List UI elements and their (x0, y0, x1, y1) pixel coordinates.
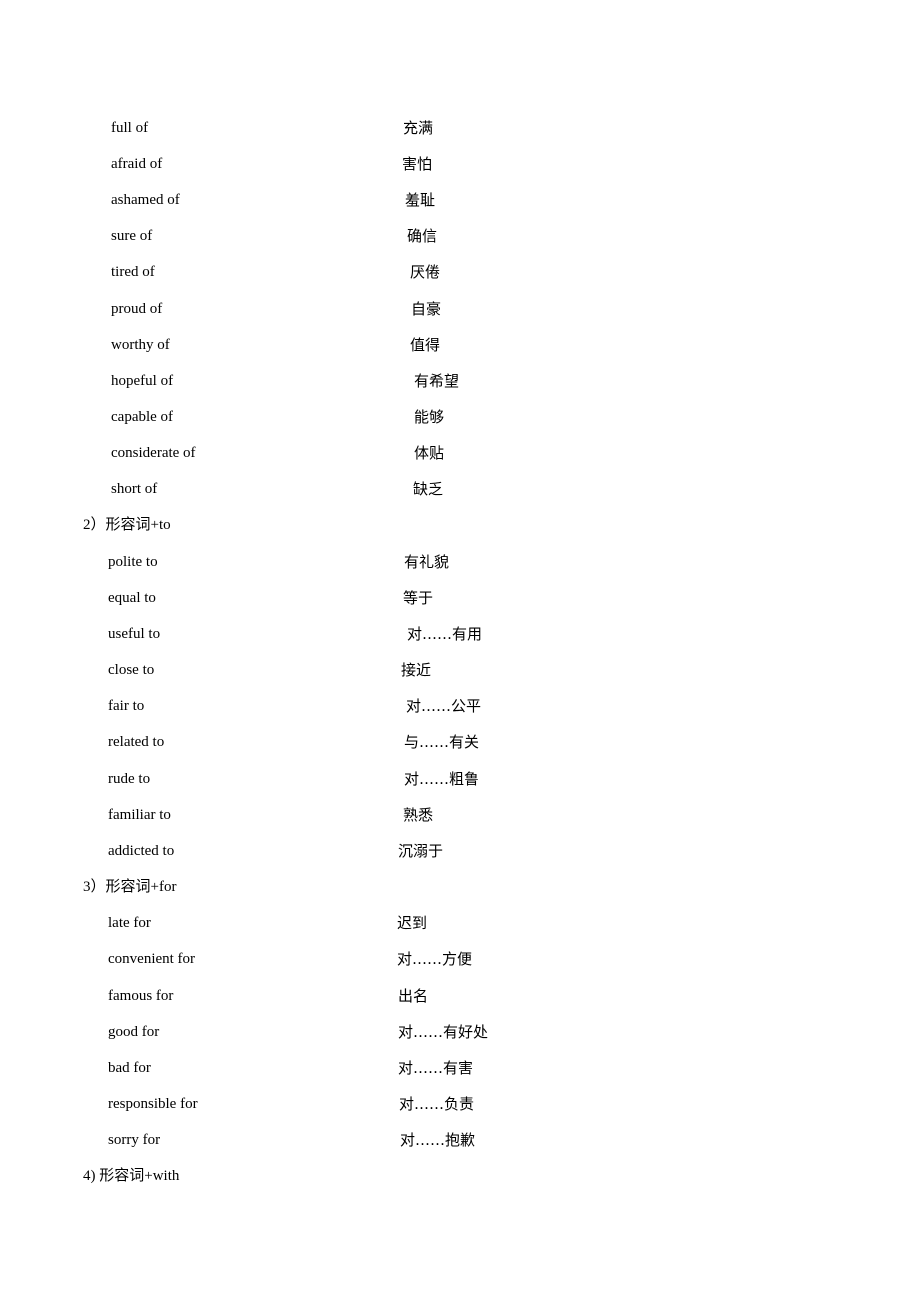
phrase: related to (108, 734, 165, 750)
section-heading: 4) 形容词+with (83, 1168, 180, 1184)
meaning: 确信 (407, 227, 438, 245)
phrase: close to (108, 662, 155, 678)
phrase: tired of (111, 264, 155, 280)
meaning: 自豪 (411, 300, 442, 318)
meaning: 迟到 (397, 914, 428, 932)
phrase: worthy of (111, 337, 170, 353)
phrase: short of (111, 481, 158, 497)
meaning: 厌倦 (410, 263, 441, 281)
phrase: hopeful of (111, 373, 174, 389)
meaning: 体贴 (414, 444, 445, 462)
meaning: 对……方便 (397, 950, 473, 968)
meaning: 充满 (403, 119, 434, 137)
meaning: 对……公平 (406, 697, 482, 715)
phrase: polite to (108, 554, 158, 570)
meaning: 有礼貌 (404, 553, 450, 571)
meaning: 出名 (398, 987, 429, 1005)
phrase: afraid of (111, 156, 163, 172)
meaning: 对……有用 (407, 625, 483, 643)
phrase: sorry for (108, 1132, 161, 1148)
phrase: addicted to (108, 843, 175, 859)
document-page: full of 充满 afraid of 害怕 ashamed of 羞耻 su… (0, 0, 920, 1302)
meaning: 值得 (410, 336, 441, 354)
phrase: useful to (108, 626, 161, 642)
meaning: 沉溺于 (398, 842, 444, 860)
meaning: 等于 (403, 589, 434, 607)
meaning: 对……负责 (399, 1095, 475, 1113)
meaning: 对……粗鲁 (404, 770, 480, 788)
phrase: famous for (108, 988, 174, 1004)
phrase: familiar to (108, 807, 171, 823)
meaning: 能够 (414, 408, 445, 426)
phrase: full of (111, 120, 149, 136)
meaning: 对……抱歉 (400, 1131, 476, 1149)
phrase: convenient for (108, 951, 196, 967)
meaning: 接近 (401, 661, 432, 679)
phrase: proud of (111, 301, 163, 317)
meaning: 熟悉 (403, 806, 434, 824)
meaning: 缺乏 (413, 480, 444, 498)
phrase: good for (108, 1024, 160, 1040)
phrase: capable of (111, 409, 174, 425)
meaning: 对……有好处 (398, 1023, 489, 1041)
section-heading: 2）形容词+to (83, 517, 171, 533)
phrase: bad for (108, 1060, 151, 1076)
phrase: considerate of (111, 445, 196, 461)
meaning: 与……有关 (404, 733, 480, 751)
meaning: 羞耻 (405, 191, 436, 209)
phrase: sure of (111, 228, 153, 244)
phrase: responsible for (108, 1096, 198, 1112)
section-heading: 3）形容词+for (83, 879, 177, 895)
meaning: 对……有害 (398, 1059, 474, 1077)
phrase: equal to (108, 590, 156, 606)
phrase: rude to (108, 771, 151, 787)
meaning: 害怕 (402, 155, 433, 173)
phrase: late for (108, 915, 151, 931)
phrase: fair to (108, 698, 145, 714)
meaning: 有希望 (414, 372, 460, 390)
phrase: ashamed of (111, 192, 180, 208)
